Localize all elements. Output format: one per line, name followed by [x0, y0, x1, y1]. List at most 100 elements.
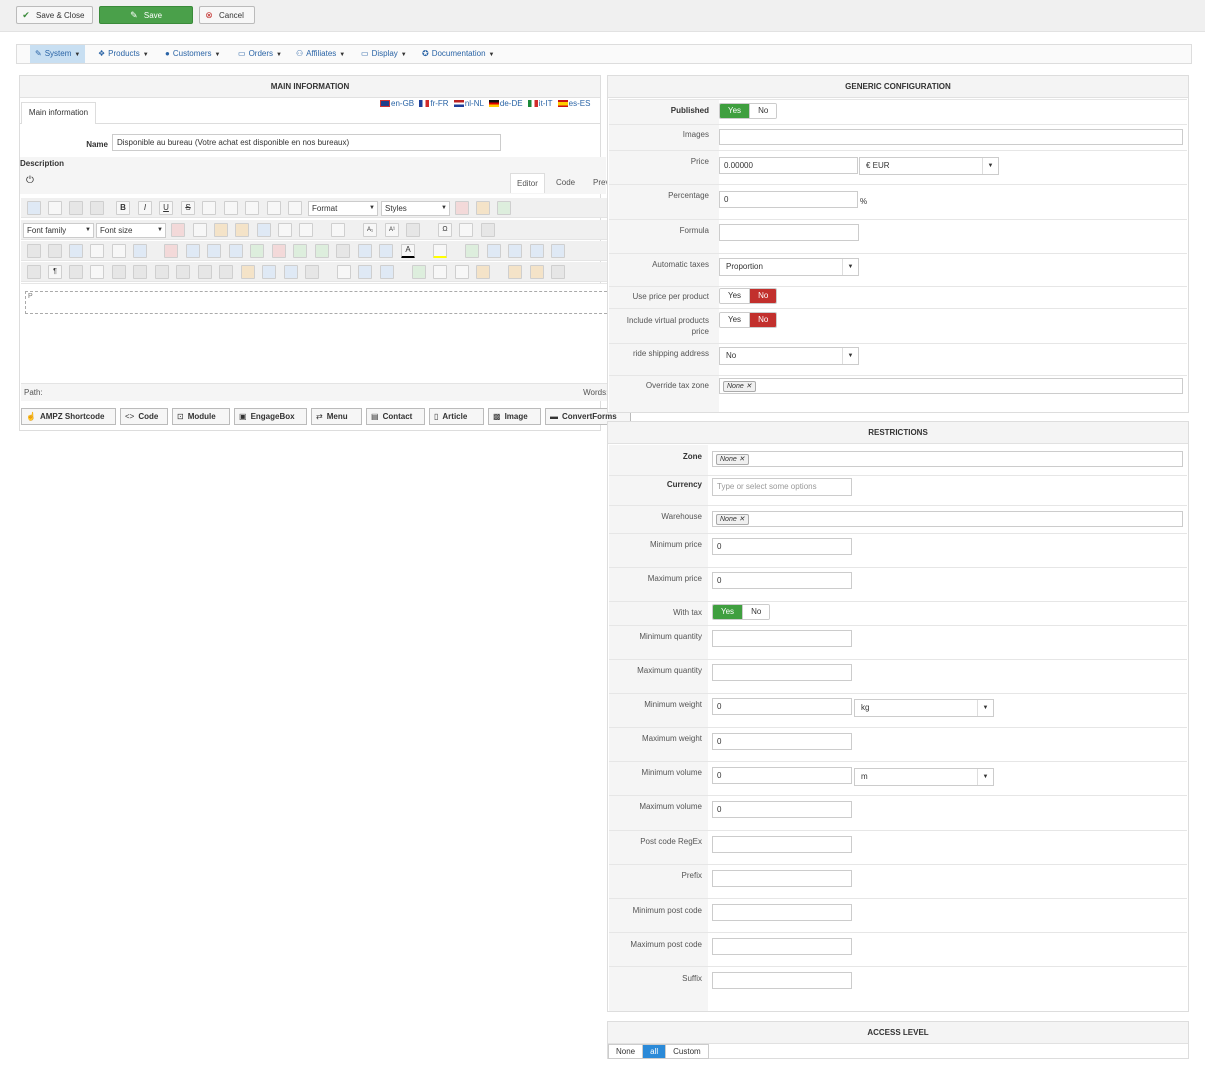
align-right-icon[interactable] [245, 201, 259, 215]
editor-area[interactable]: P [21, 283, 631, 383]
tab-editor[interactable]: Editor [510, 173, 545, 193]
form-icon[interactable] [433, 265, 447, 279]
maximum-volume-input[interactable]: 0 [712, 801, 852, 818]
engagebox-button[interactable]: ▣ EngageBox [234, 408, 307, 425]
editor-content[interactable]: P [25, 291, 627, 314]
access-level-toggle[interactable]: None all Custom [608, 1044, 709, 1059]
merge-cells-icon[interactable] [379, 244, 393, 258]
zone-field[interactable]: None ✕ [712, 451, 1183, 467]
attributes-icon[interactable] [241, 265, 255, 279]
box-icon[interactable] [530, 244, 544, 258]
media-icon[interactable] [487, 244, 501, 258]
currency-select[interactable]: € EUR ▼ [859, 157, 999, 175]
lang-nl-nl[interactable]: nl-NL [465, 99, 484, 108]
lang-en-gb[interactable]: en-GB [391, 99, 414, 108]
delete-table-icon[interactable] [164, 244, 178, 258]
access-custom-option[interactable]: Custom [665, 1045, 708, 1058]
include-virtual-toggle[interactable]: Yes No [719, 312, 778, 328]
font-size-select[interactable]: Font size ▼ [96, 223, 166, 238]
with-tax-toggle[interactable]: Yes No [712, 604, 771, 620]
formula-input[interactable] [719, 224, 859, 241]
search-icon[interactable] [112, 244, 126, 258]
redo-icon[interactable] [90, 201, 104, 215]
eraser-icon[interactable] [455, 201, 469, 215]
emoticon-icon[interactable] [476, 265, 490, 279]
menu-display[interactable]: ▭ Display ▼ [356, 45, 412, 63]
rtl-icon[interactable] [48, 244, 62, 258]
menu-affiliates[interactable]: ⚇ Affiliates ▼ [291, 45, 350, 63]
access-none-option[interactable]: None [609, 1045, 643, 1058]
prefix-input[interactable] [712, 870, 852, 887]
paste-text-icon[interactable] [235, 223, 249, 237]
split-cells-icon[interactable] [358, 244, 372, 258]
none-chip[interactable]: None ✕ [716, 454, 749, 465]
acronym-icon[interactable] [155, 265, 169, 279]
strikethrough-icon[interactable]: S [181, 201, 195, 215]
minimum-quantity-input[interactable] [712, 630, 852, 647]
lang-it-it[interactable]: it-IT [539, 99, 553, 108]
contact-button[interactable]: ▤ Contact [366, 408, 425, 425]
bullet-list-icon[interactable] [331, 223, 345, 237]
minimum-weight-input[interactable]: 0 [712, 698, 852, 715]
abbr-icon[interactable] [112, 265, 126, 279]
spellcheck-icon[interactable] [412, 265, 426, 279]
percentage-input[interactable]: 0 [719, 191, 858, 208]
override-tax-zone-field[interactable]: None ✕ [719, 378, 1183, 394]
ampz-shortcode-button[interactable]: ☝ AMPZ Shortcode [21, 408, 116, 425]
pilcrow-icon[interactable]: ¶ [48, 265, 62, 279]
insert-row-after-icon[interactable] [250, 244, 264, 258]
menu-button[interactable]: ⇄ Menu [311, 408, 362, 425]
unlink-icon[interactable] [305, 265, 319, 279]
textfield-icon[interactable] [455, 265, 469, 279]
bold-icon[interactable]: B [116, 201, 130, 215]
save-close-button[interactable]: ✔ Save & Close [16, 6, 93, 24]
align-left-icon[interactable] [202, 201, 216, 215]
menu-system[interactable]: ✎ System ▼ [30, 45, 86, 63]
maximum-weight-input[interactable]: 0 [712, 733, 852, 750]
lang-de-de[interactable]: de-DE [500, 99, 523, 108]
table-icon[interactable] [133, 244, 147, 258]
article-button[interactable]: ▯ Article [429, 408, 484, 425]
del-icon[interactable] [198, 265, 212, 279]
none-chip[interactable]: None ✕ [723, 381, 756, 392]
post-code-regex-input[interactable] [712, 836, 852, 853]
heading-icon[interactable] [288, 201, 302, 215]
automatic-taxes-select[interactable]: Proportion ▼ [719, 258, 859, 276]
menu-documentation[interactable]: ✪ Documentation ▼ [417, 45, 499, 63]
insert-row-before-icon[interactable] [229, 244, 243, 258]
maximum-price-input[interactable]: 0 [712, 572, 852, 589]
highlight-color-icon[interactable] [433, 244, 447, 258]
delete-col-icon[interactable] [336, 244, 350, 258]
file-icon[interactable] [337, 265, 351, 279]
italic-icon[interactable]: I [138, 201, 152, 215]
cut-html-icon[interactable] [508, 265, 522, 279]
menu-customers[interactable]: ● Customers ▼ [160, 45, 225, 63]
abbreviation-icon[interactable] [176, 265, 190, 279]
cut-icon[interactable] [171, 223, 185, 237]
save-button[interactable]: ✎ Save [99, 6, 193, 24]
remove-icon[interactable]: ✕ [739, 516, 745, 523]
name-input[interactable]: Disponible au bureau (Votre achat est di… [112, 134, 501, 151]
currency-input[interactable]: Type or select some options [712, 478, 852, 496]
access-all-option[interactable]: all [642, 1045, 666, 1058]
insert-image-icon[interactable] [465, 244, 479, 258]
font-family-select[interactable]: Font family ▼ [23, 223, 94, 238]
remove-icon[interactable]: ✕ [739, 456, 745, 463]
override-shipping-select[interactable]: No ▼ [719, 347, 859, 365]
visual-aid-icon[interactable] [27, 265, 41, 279]
paste-icon[interactable] [214, 223, 228, 237]
delete-row-icon[interactable] [272, 244, 286, 258]
maximum-quantity-input[interactable] [712, 664, 852, 681]
cleanup-icon[interactable] [497, 201, 511, 215]
blockquote-icon[interactable] [69, 265, 83, 279]
weight-unit-select[interactable]: kg ▼ [854, 699, 994, 717]
row-props-icon[interactable] [186, 244, 200, 258]
styles-select[interactable]: Styles ▼ [381, 201, 450, 216]
menu-orders[interactable]: ▭ Orders ▼ [233, 45, 287, 63]
brush-icon[interactable] [476, 201, 490, 215]
published-toggle[interactable]: Yes No [719, 103, 778, 119]
source-icon[interactable] [551, 265, 565, 279]
insert-col-after-icon[interactable] [315, 244, 329, 258]
code-button[interactable]: <> Code [120, 408, 168, 425]
menu-products[interactable]: ❖ Products ▼ [93, 45, 154, 63]
